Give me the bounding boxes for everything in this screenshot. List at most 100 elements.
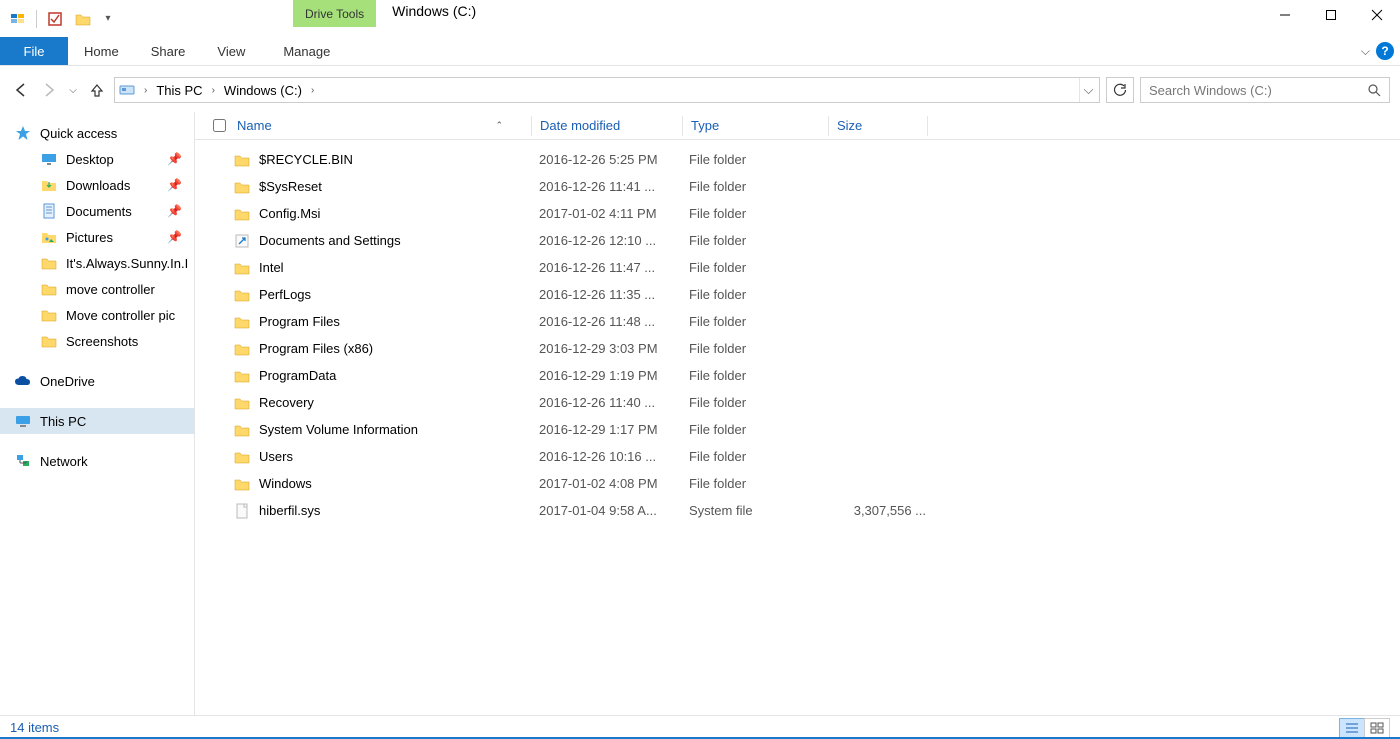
column-type[interactable]: Type: [683, 118, 828, 133]
ribbon-expand-icon[interactable]: ⌵: [1361, 44, 1370, 59]
explorer-icon: [9, 10, 27, 28]
folder-icon: [40, 306, 58, 324]
view-toggles: [1340, 718, 1390, 738]
file-type: File folder: [689, 341, 834, 356]
new-folder-icon[interactable]: [74, 10, 92, 28]
folder-icon: [233, 313, 251, 331]
sidebar-item[interactable]: It's.Always.Sunny.In.I: [0, 250, 194, 276]
table-row[interactable]: Program Files (x86)2016-12-29 3:03 PMFil…: [195, 335, 1400, 362]
navigation-pane: Quick access Desktop📌Downloads📌Documents…: [0, 112, 195, 718]
chevron-right-icon[interactable]: ›: [306, 85, 319, 96]
address-dropdown-icon[interactable]: ⌵: [1079, 78, 1097, 102]
column-date[interactable]: Date modified: [532, 118, 682, 133]
qat-dropdown-icon[interactable]: ▾: [102, 10, 114, 28]
breadcrumb-drive[interactable]: Windows (C:): [220, 83, 306, 98]
file-name: Config.Msi: [259, 206, 539, 221]
file-date: 2016-12-26 11:41 ...: [539, 179, 689, 194]
sidebar-onedrive[interactable]: OneDrive: [0, 368, 194, 394]
folder-icon: [40, 202, 58, 220]
details-view-button[interactable]: [1339, 718, 1365, 738]
properties-icon[interactable]: [46, 10, 64, 28]
refresh-button[interactable]: [1106, 77, 1134, 103]
column-size[interactable]: Size: [829, 118, 927, 133]
pin-icon: 📌: [167, 204, 182, 218]
recent-locations-button[interactable]: ⌵: [66, 79, 80, 101]
file-tab[interactable]: File: [0, 37, 68, 65]
file-date: 2017-01-02 4:11 PM: [539, 206, 689, 221]
file-date: 2016-12-26 5:25 PM: [539, 152, 689, 167]
pin-icon: 📌: [167, 178, 182, 192]
address-bar-row: ⌵ › This PC › Windows (C:) › ⌵ Search Wi…: [10, 74, 1390, 106]
folder-icon: [40, 228, 58, 246]
separator: [36, 10, 37, 28]
file-date: 2016-12-26 12:10 ...: [539, 233, 689, 248]
search-input[interactable]: Search Windows (C:): [1140, 77, 1390, 103]
sidebar-quick-access[interactable]: Quick access: [0, 120, 194, 146]
back-button[interactable]: [10, 79, 32, 101]
pc-icon: [14, 412, 32, 430]
table-row[interactable]: $RECYCLE.BIN2016-12-26 5:25 PMFile folde…: [195, 146, 1400, 173]
network-icon: [14, 452, 32, 470]
table-row[interactable]: Recovery2016-12-26 11:40 ...File folder: [195, 389, 1400, 416]
tab-home[interactable]: Home: [68, 37, 135, 65]
column-name[interactable]: Name ⌃: [233, 118, 531, 133]
item-count: 14 items: [10, 720, 59, 735]
chevron-right-icon[interactable]: ›: [207, 85, 220, 96]
table-row[interactable]: Windows2017-01-02 4:08 PMFile folder: [195, 470, 1400, 497]
ribbon-right: ⌵ ?: [1361, 37, 1400, 65]
folder-icon: [40, 332, 58, 350]
file-type: File folder: [689, 152, 834, 167]
sidebar-item[interactable]: Pictures📌: [0, 224, 194, 250]
table-row[interactable]: Users2016-12-26 10:16 ...File folder: [195, 443, 1400, 470]
folder-icon: [233, 340, 251, 358]
table-row[interactable]: Program Files2016-12-26 11:48 ...File fo…: [195, 308, 1400, 335]
folder-icon: [233, 286, 251, 304]
file-date: 2016-12-26 11:35 ...: [539, 287, 689, 302]
sidebar-this-pc[interactable]: This PC: [0, 408, 194, 434]
file-type: File folder: [689, 449, 834, 464]
table-row[interactable]: ProgramData2016-12-29 1:19 PMFile folder: [195, 362, 1400, 389]
tab-share[interactable]: Share: [135, 37, 202, 65]
table-row[interactable]: hiberfil.sys2017-01-04 9:58 A...System f…: [195, 497, 1400, 524]
maximize-button[interactable]: [1308, 0, 1354, 30]
cloud-icon: [14, 372, 32, 390]
file-date: 2016-12-29 1:17 PM: [539, 422, 689, 437]
select-all-checkbox[interactable]: [213, 119, 233, 132]
table-row[interactable]: Config.Msi2017-01-02 4:11 PMFile folder: [195, 200, 1400, 227]
file-type: File folder: [689, 179, 834, 194]
file-type: File folder: [689, 476, 834, 491]
up-button[interactable]: [86, 79, 108, 101]
column-headers: Name ⌃ Date modified Type Size: [195, 112, 1400, 140]
table-row[interactable]: PerfLogs2016-12-26 11:35 ...File folder: [195, 281, 1400, 308]
tab-view[interactable]: View: [201, 37, 261, 65]
table-row[interactable]: Documents and Settings2016-12-26 12:10 .…: [195, 227, 1400, 254]
help-icon[interactable]: ?: [1376, 42, 1394, 60]
folder-icon: [40, 150, 58, 168]
table-row[interactable]: $SysReset2016-12-26 11:41 ...File folder: [195, 173, 1400, 200]
breadcrumb[interactable]: › This PC › Windows (C:) › ⌵: [114, 77, 1100, 103]
minimize-button[interactable]: [1262, 0, 1308, 30]
thumbnails-view-button[interactable]: [1364, 718, 1390, 738]
chevron-right-icon[interactable]: ›: [139, 85, 152, 96]
file-date: 2016-12-26 11:48 ...: [539, 314, 689, 329]
sidebar-item[interactable]: Desktop📌: [0, 146, 194, 172]
file-type: File folder: [689, 233, 834, 248]
breadcrumb-this-pc[interactable]: This PC: [152, 83, 206, 98]
sidebar-item[interactable]: move controller: [0, 276, 194, 302]
close-button[interactable]: [1354, 0, 1400, 30]
file-date: 2016-12-26 11:40 ...: [539, 395, 689, 410]
file-type: File folder: [689, 206, 834, 221]
file-name: Windows: [259, 476, 539, 491]
sidebar-item[interactable]: Screenshots: [0, 328, 194, 354]
body: Quick access Desktop📌Downloads📌Documents…: [0, 112, 1400, 718]
sidebar-item[interactable]: Downloads📌: [0, 172, 194, 198]
table-row[interactable]: System Volume Information2016-12-29 1:17…: [195, 416, 1400, 443]
sidebar-item[interactable]: Documents📌: [0, 198, 194, 224]
tab-manage[interactable]: Manage: [267, 37, 346, 65]
forward-button[interactable]: [38, 79, 60, 101]
sort-asc-icon: ⌃: [495, 120, 503, 131]
sidebar-item[interactable]: Move controller pic: [0, 302, 194, 328]
sidebar-network[interactable]: Network: [0, 448, 194, 474]
table-row[interactable]: Intel2016-12-26 11:47 ...File folder: [195, 254, 1400, 281]
file-type: File folder: [689, 395, 834, 410]
